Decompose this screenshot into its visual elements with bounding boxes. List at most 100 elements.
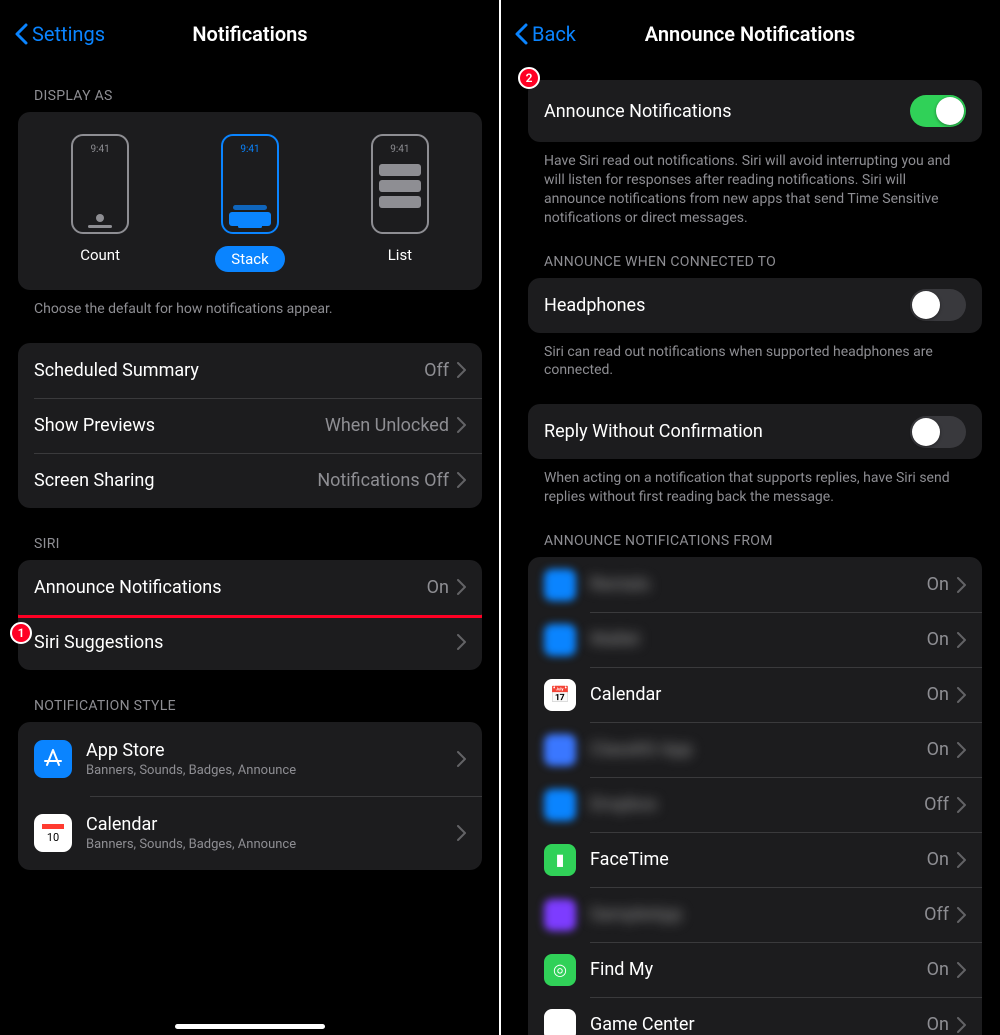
announce-toggle-group: Announce Notifications bbox=[528, 80, 982, 142]
back-label: Settings bbox=[32, 22, 105, 46]
notifications-settings-panel: Settings Notifications Display As 9:41 C… bbox=[0, 0, 500, 1035]
header: Back Announce Notifications bbox=[500, 0, 1000, 68]
app-icon: ▮ bbox=[544, 844, 576, 876]
announce-from-apps-group: Rentals On Wallet On 📅 Calendar On Class… bbox=[528, 557, 982, 1035]
display-option-list[interactable]: 9:41 List bbox=[371, 134, 429, 272]
app-row[interactable]: ✿ Game Center On bbox=[528, 997, 982, 1035]
app-icon bbox=[544, 789, 576, 821]
display-as-header: Display As bbox=[0, 68, 500, 112]
chevron-right-icon bbox=[457, 362, 466, 378]
header: Settings Notifications bbox=[0, 0, 500, 68]
display-as-footer: Choose the default for how notifications… bbox=[0, 290, 500, 319]
app-value: On bbox=[927, 629, 949, 650]
annotation-marker-2: 2 bbox=[518, 67, 540, 89]
panel-divider bbox=[499, 0, 501, 1035]
chevron-right-icon bbox=[457, 825, 466, 841]
app-value: On bbox=[927, 1014, 949, 1035]
notification-style-group: App Store Banners, Sounds, Badges, Annou… bbox=[18, 722, 482, 870]
app-value: On bbox=[927, 739, 949, 760]
app-value: On bbox=[927, 849, 949, 870]
display-as-card: 9:41 Count 9:41 Stack 9:41 List bbox=[18, 112, 482, 290]
app-name: Dropbox bbox=[590, 794, 924, 815]
chevron-right-icon bbox=[457, 751, 466, 767]
app-row[interactable]: Dropbox Off bbox=[528, 777, 982, 832]
app-icon bbox=[544, 569, 576, 601]
siri-group: Announce Notifications On Siri Suggestio… bbox=[18, 560, 482, 670]
app-row[interactable]: ClassKit App On bbox=[528, 722, 982, 777]
siri-header: Siri bbox=[0, 508, 500, 560]
chevron-right-icon bbox=[957, 852, 966, 868]
back-label: Back bbox=[532, 22, 576, 46]
svg-text:10: 10 bbox=[47, 831, 59, 844]
chevron-right-icon bbox=[457, 634, 466, 650]
chevron-right-icon bbox=[957, 577, 966, 593]
reply-toggle[interactable] bbox=[910, 416, 966, 448]
option-label: List bbox=[388, 246, 412, 264]
screen-sharing-row[interactable]: Screen Sharing Notifications Off bbox=[18, 453, 482, 508]
app-icon: ◎ bbox=[544, 954, 576, 986]
back-to-settings-button[interactable]: Settings bbox=[14, 22, 105, 46]
app-value: Off bbox=[924, 904, 949, 925]
stack-icon bbox=[229, 205, 271, 226]
app-row[interactable]: Rentals On bbox=[528, 557, 982, 612]
chevron-left-icon bbox=[514, 23, 528, 45]
app-store-icon bbox=[34, 740, 72, 778]
app-row[interactable]: SampleApp Off bbox=[528, 887, 982, 942]
app-name: ClassKit App bbox=[590, 739, 927, 760]
announce-footer: Have Siri read out notifications. Siri w… bbox=[500, 142, 1000, 228]
chevron-right-icon bbox=[957, 742, 966, 758]
chevron-right-icon bbox=[457, 472, 466, 488]
app-icon bbox=[544, 624, 576, 656]
app-row[interactable]: Wallet On bbox=[528, 612, 982, 667]
chevron-right-icon bbox=[457, 417, 466, 433]
reply-without-confirmation-row: Reply Without Confirmation bbox=[528, 404, 982, 459]
from-header: Announce Notifications From bbox=[500, 507, 1000, 557]
app-value: Off bbox=[924, 794, 949, 815]
calendar-icon: 10 bbox=[34, 814, 72, 852]
app-row[interactable]: 📅 Calendar On bbox=[528, 667, 982, 722]
chevron-right-icon bbox=[957, 1017, 966, 1033]
app-icon bbox=[544, 734, 576, 766]
chevron-right-icon bbox=[957, 687, 966, 703]
headphones-toggle[interactable] bbox=[910, 289, 966, 321]
scheduled-summary-row[interactable]: Scheduled Summary Off bbox=[18, 343, 482, 398]
annotation-marker-1: 1 bbox=[10, 622, 32, 644]
phone-preview-stack: 9:41 bbox=[221, 134, 279, 234]
headphones-row: Headphones bbox=[528, 278, 982, 333]
announce-notifications-toggle[interactable] bbox=[910, 95, 966, 127]
app-icon: 📅 bbox=[544, 679, 576, 711]
app-name: Rentals bbox=[590, 574, 927, 595]
app-icon: ✿ bbox=[544, 1009, 576, 1035]
app-name: Find My bbox=[590, 959, 927, 980]
display-option-stack[interactable]: 9:41 Stack bbox=[215, 134, 284, 272]
chevron-right-icon bbox=[457, 579, 466, 595]
chevron-right-icon bbox=[957, 797, 966, 813]
app-name: Calendar bbox=[590, 684, 927, 705]
notification-settings-group: Scheduled Summary Off Show Previews When… bbox=[18, 343, 482, 508]
announce-notifications-panel: Back Announce Notifications 2 Announce N… bbox=[500, 0, 1000, 1035]
show-previews-row[interactable]: Show Previews When Unlocked bbox=[18, 398, 482, 453]
app-value: On bbox=[927, 574, 949, 595]
app-row-app-store[interactable]: App Store Banners, Sounds, Badges, Annou… bbox=[18, 722, 482, 796]
reply-group: Reply Without Confirmation bbox=[528, 404, 982, 459]
back-button[interactable]: Back bbox=[514, 22, 576, 46]
app-icon bbox=[544, 899, 576, 931]
option-label: Count bbox=[80, 246, 120, 264]
app-name: SampleApp bbox=[590, 904, 924, 925]
siri-suggestions-row[interactable]: Siri Suggestions bbox=[18, 615, 482, 670]
app-row[interactable]: ◎ Find My On bbox=[528, 942, 982, 997]
connected-header: Announce When Connected To bbox=[500, 228, 1000, 278]
chevron-left-icon bbox=[14, 23, 28, 45]
list-icon bbox=[379, 164, 421, 208]
home-indicator[interactable] bbox=[175, 1024, 325, 1029]
chevron-right-icon bbox=[957, 907, 966, 923]
app-value: On bbox=[927, 959, 949, 980]
announce-notifications-row[interactable]: Announce Notifications On bbox=[18, 560, 482, 615]
app-name: Wallet bbox=[590, 629, 927, 650]
app-row-calendar[interactable]: 10 Calendar Banners, Sounds, Badges, Ann… bbox=[18, 796, 482, 870]
app-value: On bbox=[927, 684, 949, 705]
app-row[interactable]: ▮ FaceTime On bbox=[528, 832, 982, 887]
display-option-count[interactable]: 9:41 Count bbox=[71, 134, 129, 272]
headphones-footer: Siri can read out notifications when sup… bbox=[500, 333, 1000, 381]
count-dot-icon bbox=[96, 214, 104, 222]
